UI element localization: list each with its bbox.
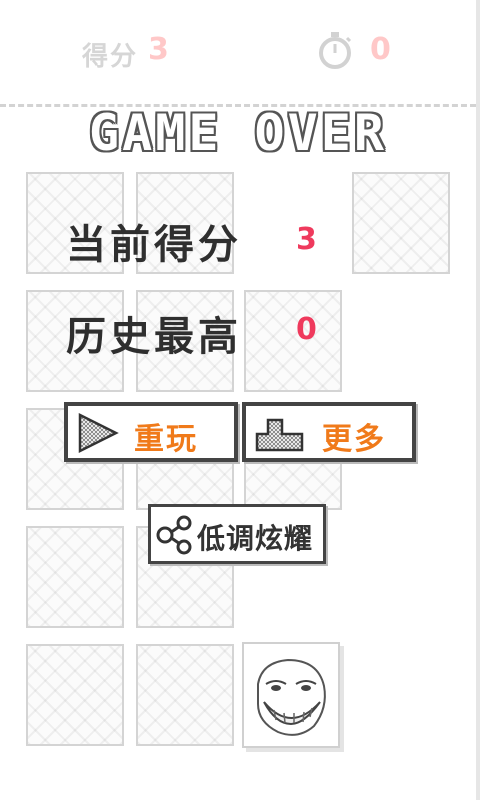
board-tile <box>26 526 124 628</box>
board-tile <box>26 644 124 746</box>
game-over-title: GAME OVER <box>89 104 387 162</box>
replay-button[interactable]: 重玩 <box>64 402 238 462</box>
score-header: 得分 3 0 <box>0 0 476 104</box>
right-edge-strip <box>476 0 480 800</box>
share-label: 低调炫耀 <box>197 522 314 555</box>
stopwatch-icon <box>319 32 352 69</box>
board-tile <box>352 172 450 274</box>
board-tile <box>244 290 342 392</box>
best-score-value: 0 <box>296 312 317 347</box>
current-score-label: 当前得分 <box>66 222 242 268</box>
more-button[interactable]: 更多 <box>242 402 416 462</box>
current-score-value: 3 <box>296 222 317 257</box>
score-value: 3 <box>148 32 169 67</box>
troll-face-icon <box>257 658 326 736</box>
troll-tile <box>242 642 340 748</box>
blocks-icon <box>255 418 304 452</box>
share-icon <box>156 515 192 555</box>
play-icon <box>78 412 119 454</box>
score-label: 得分 <box>82 42 139 72</box>
best-score-label: 历史最高 <box>66 314 242 360</box>
replay-label: 重玩 <box>134 422 198 457</box>
share-button[interactable]: 低调炫耀 <box>148 504 326 564</box>
board-tile <box>136 644 234 746</box>
time-value: 0 <box>370 32 391 67</box>
more-label: 更多 <box>322 422 386 457</box>
